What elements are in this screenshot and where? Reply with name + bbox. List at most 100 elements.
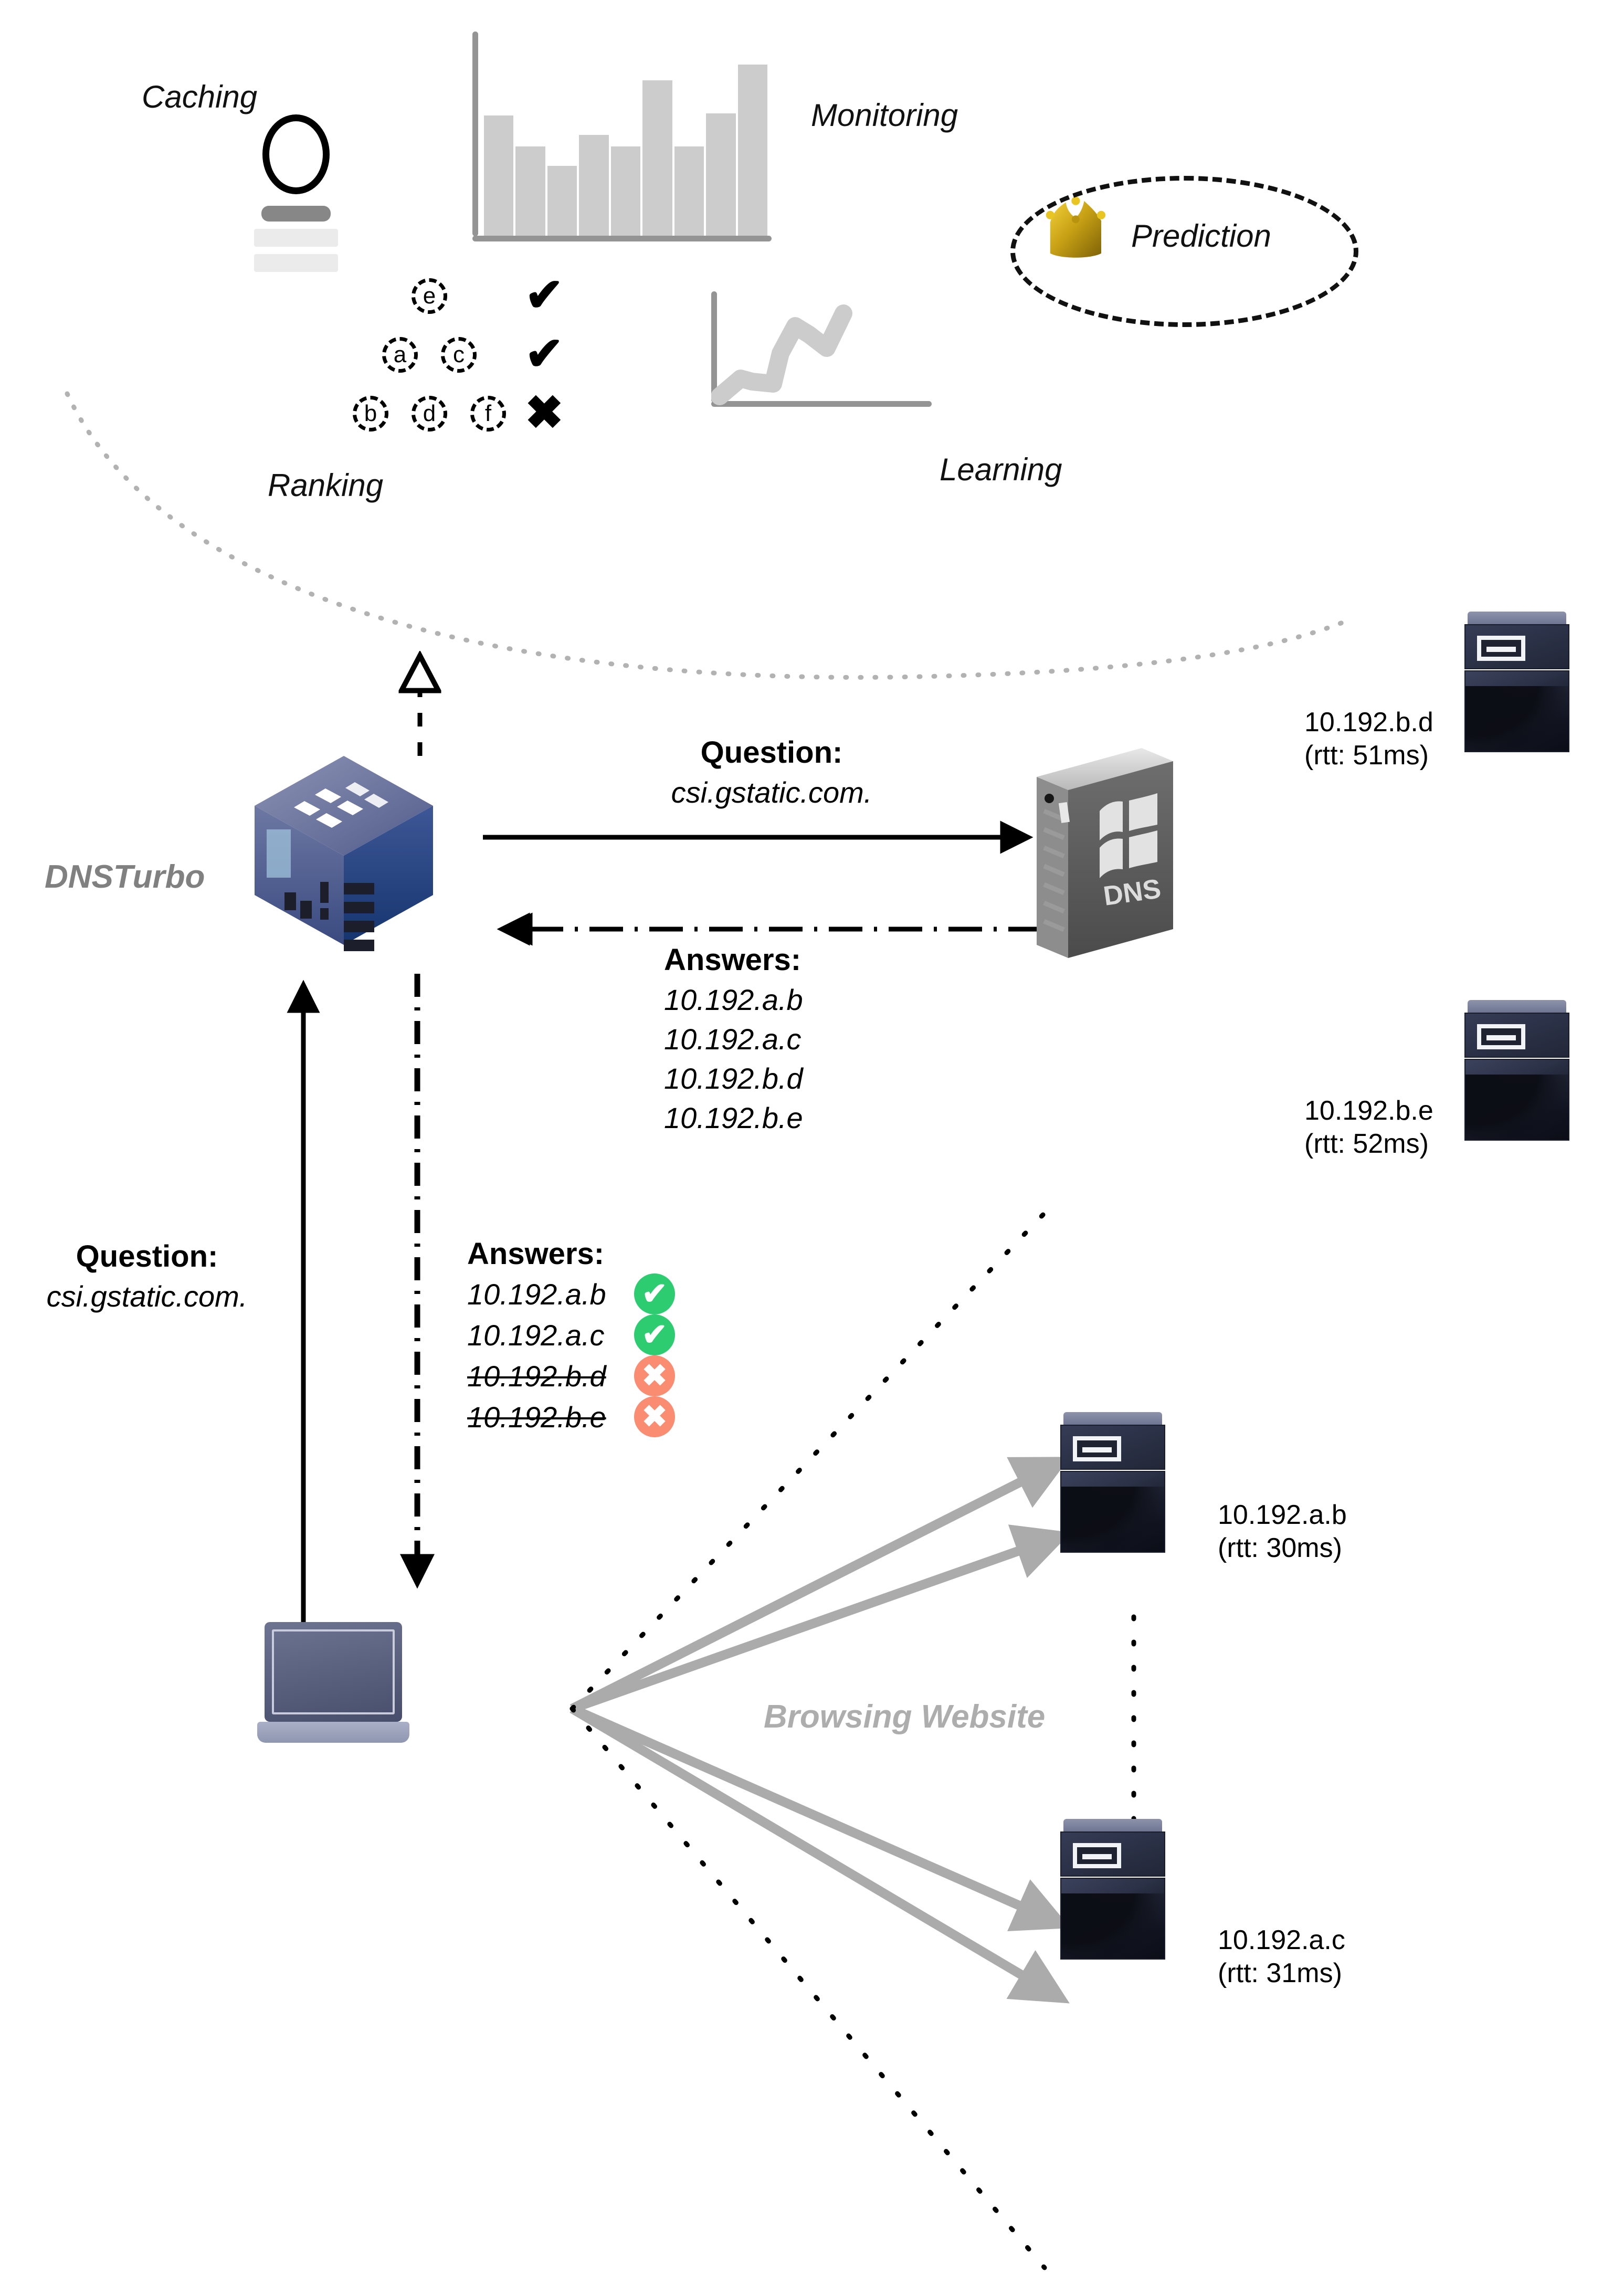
client-answer-value: 10.192.b.d — [467, 1359, 606, 1393]
chart-bar — [484, 115, 514, 236]
client-laptop-icon — [257, 1622, 409, 1753]
chart-bar — [674, 146, 704, 236]
server-icon-10.192.b.d[interactable] — [1464, 612, 1569, 753]
client-answer-row: 10.192.a.c ✔ — [467, 1314, 675, 1355]
server-label-10.192.a.c: 10.192.a.c (rtt: 31ms) — [1218, 1924, 1345, 1991]
upstream-answer-item: 10.192.a.c — [664, 1023, 802, 1056]
server-ip: 10.192.b.d — [1304, 707, 1433, 738]
client-question-block: Question: csi.gstatic.com. — [29, 1239, 265, 1313]
server-rtt: (rtt: 31ms) — [1218, 1958, 1342, 1989]
dnsturbo-switch-icon — [255, 756, 433, 951]
server-top-panel — [1063, 1412, 1162, 1426]
server-upper-bay — [1464, 1013, 1569, 1058]
svg-text:DNS: DNS — [1102, 873, 1163, 912]
ranking-group: e ✔ a c ✔ b d f ✖ — [336, 272, 609, 457]
learning-x-axis — [711, 401, 932, 407]
chart-bar — [547, 165, 577, 236]
client-answers-block: Answers: 10.192.a.b ✔ 10.192.a.c ✔ 10.192.b.… — [467, 1236, 675, 1437]
server-ip: 10.192.a.b — [1218, 1500, 1347, 1530]
browsing-arrow-to-ab-1 — [570, 1457, 1070, 1713]
learning-label: Learning — [940, 452, 1062, 487]
caching-label: Caching — [142, 79, 258, 114]
chart-y-axis — [472, 31, 478, 236]
ranking-label: Ranking — [268, 468, 384, 503]
server-sheen — [1465, 1075, 1568, 1140]
server-lower-bay — [1060, 1471, 1165, 1553]
ranking-node-d[interactable]: d — [412, 396, 447, 431]
server-drive-slot-icon — [1477, 636, 1525, 661]
server-upper-bay — [1060, 1425, 1165, 1470]
caching-icon — [254, 114, 338, 272]
server-sheen — [1465, 686, 1568, 751]
ranking-node-b[interactable]: b — [353, 396, 388, 431]
server-label-10.192.b.d: 10.192.b.d (rtt: 51ms) — [1304, 706, 1433, 773]
laptop-base — [257, 1722, 409, 1743]
upstream-answers-header: Answers: — [664, 943, 802, 977]
client-answer-value: 10.192.b.e — [467, 1400, 606, 1434]
chart-bar — [579, 134, 609, 236]
caching-circle-icon — [262, 114, 330, 194]
caching-bar-3 — [254, 254, 338, 272]
server-top-panel — [1468, 1000, 1566, 1014]
server-rtt: (rtt: 51ms) — [1304, 740, 1429, 771]
server-rtt: (rtt: 52ms) — [1304, 1129, 1429, 1160]
ranking-node-f[interactable]: f — [470, 396, 506, 431]
dns-server-icon: DNS — [1037, 748, 1173, 958]
browsing-arrow-to-ac-1 — [570, 1704, 1071, 1931]
client-answers-header: Answers: — [467, 1237, 605, 1271]
client-question-header: Question: — [76, 1239, 218, 1273]
chart-x-axis — [472, 236, 772, 241]
monitoring-label: Monitoring — [811, 98, 958, 133]
server-rtt: (rtt: 30ms) — [1218, 1533, 1342, 1564]
check-icon: ✔ — [525, 269, 564, 321]
client-question-value: csi.gstatic.com. — [46, 1280, 248, 1313]
reject-badge-icon: ✖ — [634, 1355, 675, 1396]
server-sheen — [1061, 1487, 1164, 1552]
upstream-answer-item: 10.192.b.d — [664, 1062, 803, 1095]
server-upper-bay — [1060, 1831, 1165, 1877]
server-lower-bay — [1060, 1878, 1165, 1960]
server-drive-slot-icon — [1073, 1843, 1121, 1868]
accept-badge-icon: ✔ — [634, 1314, 675, 1355]
server-upper-bay — [1464, 624, 1569, 669]
server-label-10.192.b.e: 10.192.b.e (rtt: 52ms) — [1304, 1094, 1433, 1161]
chart-bar — [706, 113, 736, 236]
laptop-screen — [272, 1629, 395, 1714]
chart-bar — [642, 80, 672, 236]
server-ip: 10.192.a.c — [1218, 1925, 1345, 1955]
browsing-website-label: Browsing Website — [764, 1699, 1046, 1735]
client-answer-value: 10.192.a.b — [467, 1277, 606, 1311]
reject-badge-icon: ✖ — [634, 1396, 675, 1437]
client-answers-list: 10.192.a.b ✔ 10.192.a.c ✔ 10.192.b.d ✖ 10.192.… — [467, 1273, 675, 1437]
ranking-node-a[interactable]: a — [382, 337, 418, 373]
server-top-panel — [1468, 612, 1566, 625]
browsing-arrow-to-ab-2 — [571, 1524, 1071, 1713]
prediction-label: Prediction — [1131, 218, 1271, 254]
server-sheen — [1061, 1893, 1164, 1959]
check-icon: ✔ — [525, 328, 564, 380]
ranking-node-c[interactable]: c — [441, 337, 477, 373]
ranking-node-e[interactable]: e — [412, 278, 447, 314]
learning-y-axis — [711, 291, 717, 403]
server-lower-bay — [1464, 670, 1569, 752]
server-icon-10.192.a.b[interactable] — [1060, 1412, 1165, 1554]
server-lower-bay — [1464, 1059, 1569, 1141]
client-answer-value: 10.192.a.c — [467, 1318, 605, 1352]
server-icon-10.192.b.e[interactable] — [1464, 1000, 1569, 1142]
upstream-answers-block: Answers: 10.192.a.b 10.192.a.c 10.192.b.d 1… — [664, 942, 803, 1135]
cloud-boundary-arc — [65, 391, 1346, 680]
upstream-answer-item: 10.192.b.e — [664, 1101, 803, 1134]
server-ip: 10.192.b.e — [1304, 1096, 1433, 1126]
chart-bars — [484, 41, 767, 236]
upstream-question-header: Question: — [700, 735, 843, 770]
server-drive-slot-icon — [1073, 1436, 1121, 1461]
upstream-answer-item: 10.192.a.b — [664, 983, 803, 1016]
chart-bar — [515, 146, 545, 236]
learning-line-chart — [711, 291, 932, 407]
upstream-question-value: csi.gstatic.com. — [671, 776, 872, 809]
learning-trend-line — [711, 304, 852, 405]
server-label-10.192.a.b: 10.192.a.b (rtt: 30ms) — [1218, 1499, 1347, 1565]
client-answer-row: 10.192.a.b ✔ — [467, 1273, 675, 1314]
upstream-question-block: Question: csi.gstatic.com. — [659, 735, 884, 809]
server-icon-10.192.a.c[interactable] — [1060, 1819, 1165, 1961]
